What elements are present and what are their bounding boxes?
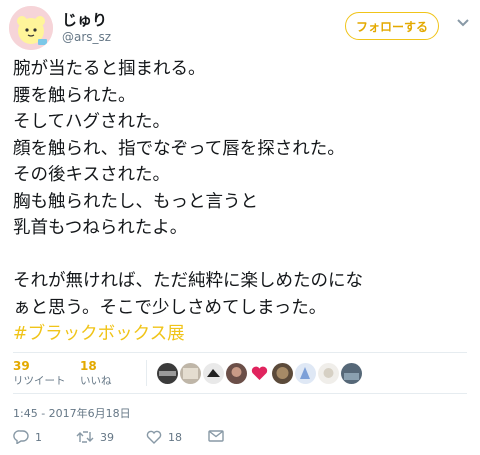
- divider: [13, 393, 467, 394]
- retweets-label: リツイート: [13, 375, 66, 387]
- follow-button[interactable]: フォローする: [345, 12, 439, 40]
- tweet-text: 腕が当たると掴まれる。 腰を触られた。 そしてハグされた。 顔を触られ、指でなぞ…: [13, 56, 473, 348]
- retweet-button[interactable]: 39: [76, 430, 114, 444]
- tweet-line: 腰を触られた。: [13, 85, 136, 106]
- liker-avatar[interactable]: [226, 363, 247, 384]
- tweet-line: そしてハグされた。: [13, 112, 170, 132]
- likes-count: 18: [80, 359, 97, 373]
- liker-avatar[interactable]: [203, 363, 224, 384]
- stats-separator: [146, 360, 147, 386]
- retweet-count: 39: [100, 430, 114, 444]
- tweet-line: 腕が当たると掴まれる。: [13, 59, 206, 79]
- user-handle[interactable]: @ars_sz: [62, 30, 111, 44]
- tweet-line: ぁと思う。そこで少しさめてしまった。: [13, 297, 327, 318]
- envelope-icon: [208, 430, 224, 442]
- reply-count: 1: [35, 430, 42, 444]
- tweet-line: 胸も触られたし、もっと言うと: [13, 191, 258, 212]
- tweet-line: 顔を触られ、指でなぞって唇を探された。: [13, 138, 345, 159]
- heart-outline-icon: [146, 430, 162, 444]
- liker-avatar[interactable]: [180, 363, 201, 384]
- follow-button-label: フォローする: [355, 19, 428, 34]
- liker-avatar[interactable]: [318, 363, 339, 384]
- heart-icon[interactable]: [249, 363, 270, 384]
- likers-list: [157, 363, 362, 384]
- more-options-button[interactable]: [454, 14, 472, 32]
- liker-avatar[interactable]: [341, 363, 362, 384]
- avatar[interactable]: [9, 6, 53, 50]
- divider: [13, 352, 467, 353]
- tweet-line: 乳首もつねられたよ。: [13, 218, 188, 238]
- hashtag-link[interactable]: #ブラックボックス展: [13, 324, 185, 344]
- tweet-line: その後キスされた。: [13, 165, 170, 185]
- liker-avatar[interactable]: [157, 363, 178, 384]
- liker-avatar[interactable]: [295, 363, 316, 384]
- retweets-count: 39: [13, 359, 30, 373]
- tweet-timestamp[interactable]: 1:45 - 2017年6月18日: [13, 405, 131, 421]
- likes-label: いいね: [80, 375, 112, 387]
- likes-stat[interactable]: 18 いいね: [80, 359, 112, 388]
- chevron-down-icon: [457, 19, 469, 27]
- retweet-icon: [76, 431, 94, 443]
- liker-avatar[interactable]: [272, 363, 293, 384]
- tweet-line: [13, 242, 473, 269]
- direct-message-button[interactable]: [208, 429, 224, 443]
- like-button[interactable]: 18: [146, 430, 182, 444]
- tweet-line: それが無ければ、ただ純粋に楽しめたのにな: [13, 271, 363, 291]
- reply-button[interactable]: 1: [13, 430, 42, 444]
- retweets-stat[interactable]: 39 リツイート: [13, 359, 66, 388]
- like-count: 18: [168, 430, 182, 444]
- reply-icon: [13, 430, 29, 444]
- cartoon-avatar-icon: [9, 6, 53, 50]
- display-name[interactable]: じゅり: [62, 9, 107, 30]
